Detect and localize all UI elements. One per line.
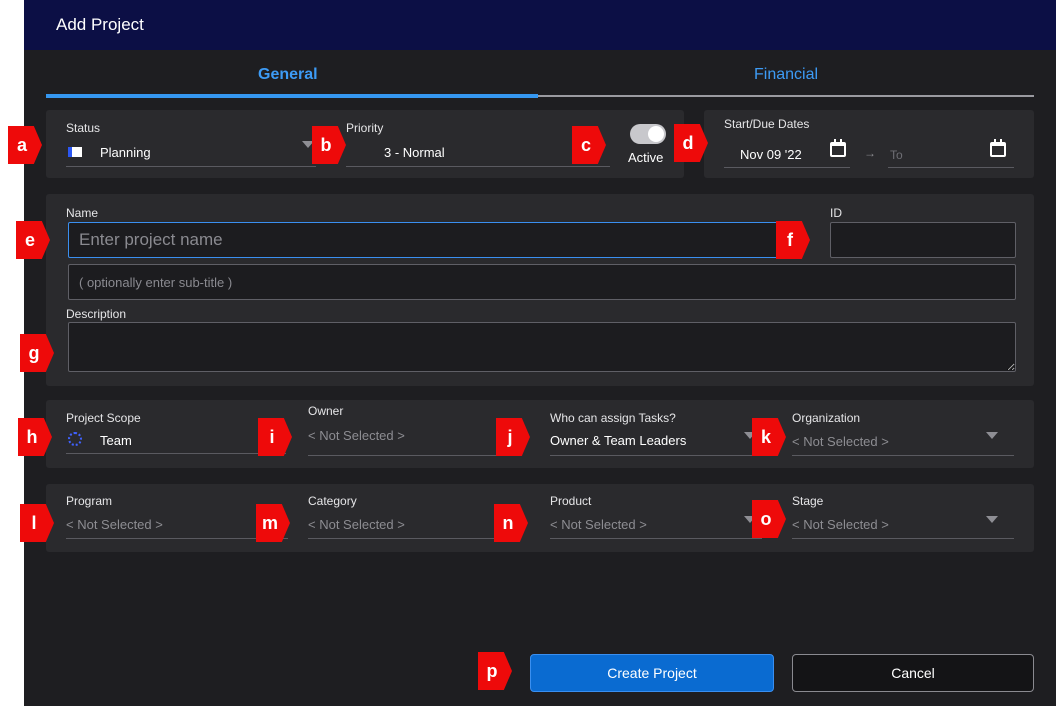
product-label: Product: [550, 494, 592, 508]
status-label: Status: [66, 121, 101, 135]
priority-value: 3 - Normal: [384, 145, 445, 160]
active-label: Active: [628, 150, 664, 165]
description-label: Description: [66, 307, 127, 321]
program-label: Program: [66, 494, 113, 508]
product-value: < Not Selected >: [550, 517, 647, 532]
active-toggle[interactable]: [630, 124, 666, 144]
dialog-titlebar: Add Project: [24, 0, 1056, 50]
chevron-down-icon[interactable]: [986, 432, 998, 439]
end-date-underline: [888, 167, 1014, 168]
category-label: Category: [308, 494, 357, 508]
add-project-dialog: Add Project General Financial Status Pla…: [24, 0, 1056, 706]
dates-label: Start/Due Dates: [724, 117, 810, 131]
end-date-placeholder: To: [890, 148, 903, 162]
assign-value: Owner & Team Leaders: [550, 433, 687, 448]
assign-label: Who can assign Tasks?: [550, 411, 676, 425]
organization-underline: [792, 455, 1014, 456]
chevron-down-icon[interactable]: [986, 516, 998, 523]
status-value: Planning: [100, 145, 151, 160]
stage-value: < Not Selected >: [792, 517, 889, 532]
start-date-value: Nov 09 '22: [740, 147, 802, 162]
create-project-button[interactable]: Create Project: [530, 654, 774, 692]
organization-label: Organization: [792, 411, 861, 425]
tab-divider: [538, 95, 1034, 97]
category-value: < Not Selected >: [308, 517, 405, 532]
project-id-input[interactable]: [830, 222, 1016, 258]
arrow-right-icon: →: [864, 146, 876, 160]
product-underline: [550, 538, 762, 539]
subtitle-input[interactable]: [68, 264, 1016, 300]
project-name-input[interactable]: [68, 222, 794, 258]
tab-financial[interactable]: Financial: [754, 66, 818, 84]
scope-label: Project Scope: [66, 411, 141, 425]
priority-label: Priority: [346, 121, 384, 135]
scope-underline: [66, 453, 286, 454]
id-label: ID: [830, 206, 842, 220]
program-underline: [66, 538, 288, 539]
active-tab-indicator: [46, 94, 538, 98]
category-underline: [308, 538, 496, 539]
owner-value: < Not Selected >: [308, 428, 405, 443]
calendar-icon[interactable]: [830, 139, 846, 157]
assign-underline: [550, 455, 762, 456]
stage-underline: [792, 538, 1014, 539]
start-date-underline: [724, 167, 850, 168]
description-input[interactable]: [68, 322, 1016, 372]
scope-value: Team: [100, 433, 132, 448]
owner-underline: [308, 455, 496, 456]
tab-general[interactable]: General: [258, 66, 318, 84]
cancel-button[interactable]: Cancel: [792, 654, 1034, 692]
priority-underline: [346, 166, 610, 167]
status-underline: [66, 166, 316, 167]
organization-value: < Not Selected >: [792, 434, 889, 449]
program-value: < Not Selected >: [66, 517, 163, 532]
name-label: Name: [66, 206, 99, 220]
calendar-icon[interactable]: [990, 139, 1006, 157]
flag-icon: [68, 147, 82, 157]
dialog-title: Add Project: [56, 15, 144, 34]
owner-label: Owner: [308, 404, 344, 418]
team-icon: [68, 432, 82, 446]
stage-label: Stage: [792, 494, 824, 508]
